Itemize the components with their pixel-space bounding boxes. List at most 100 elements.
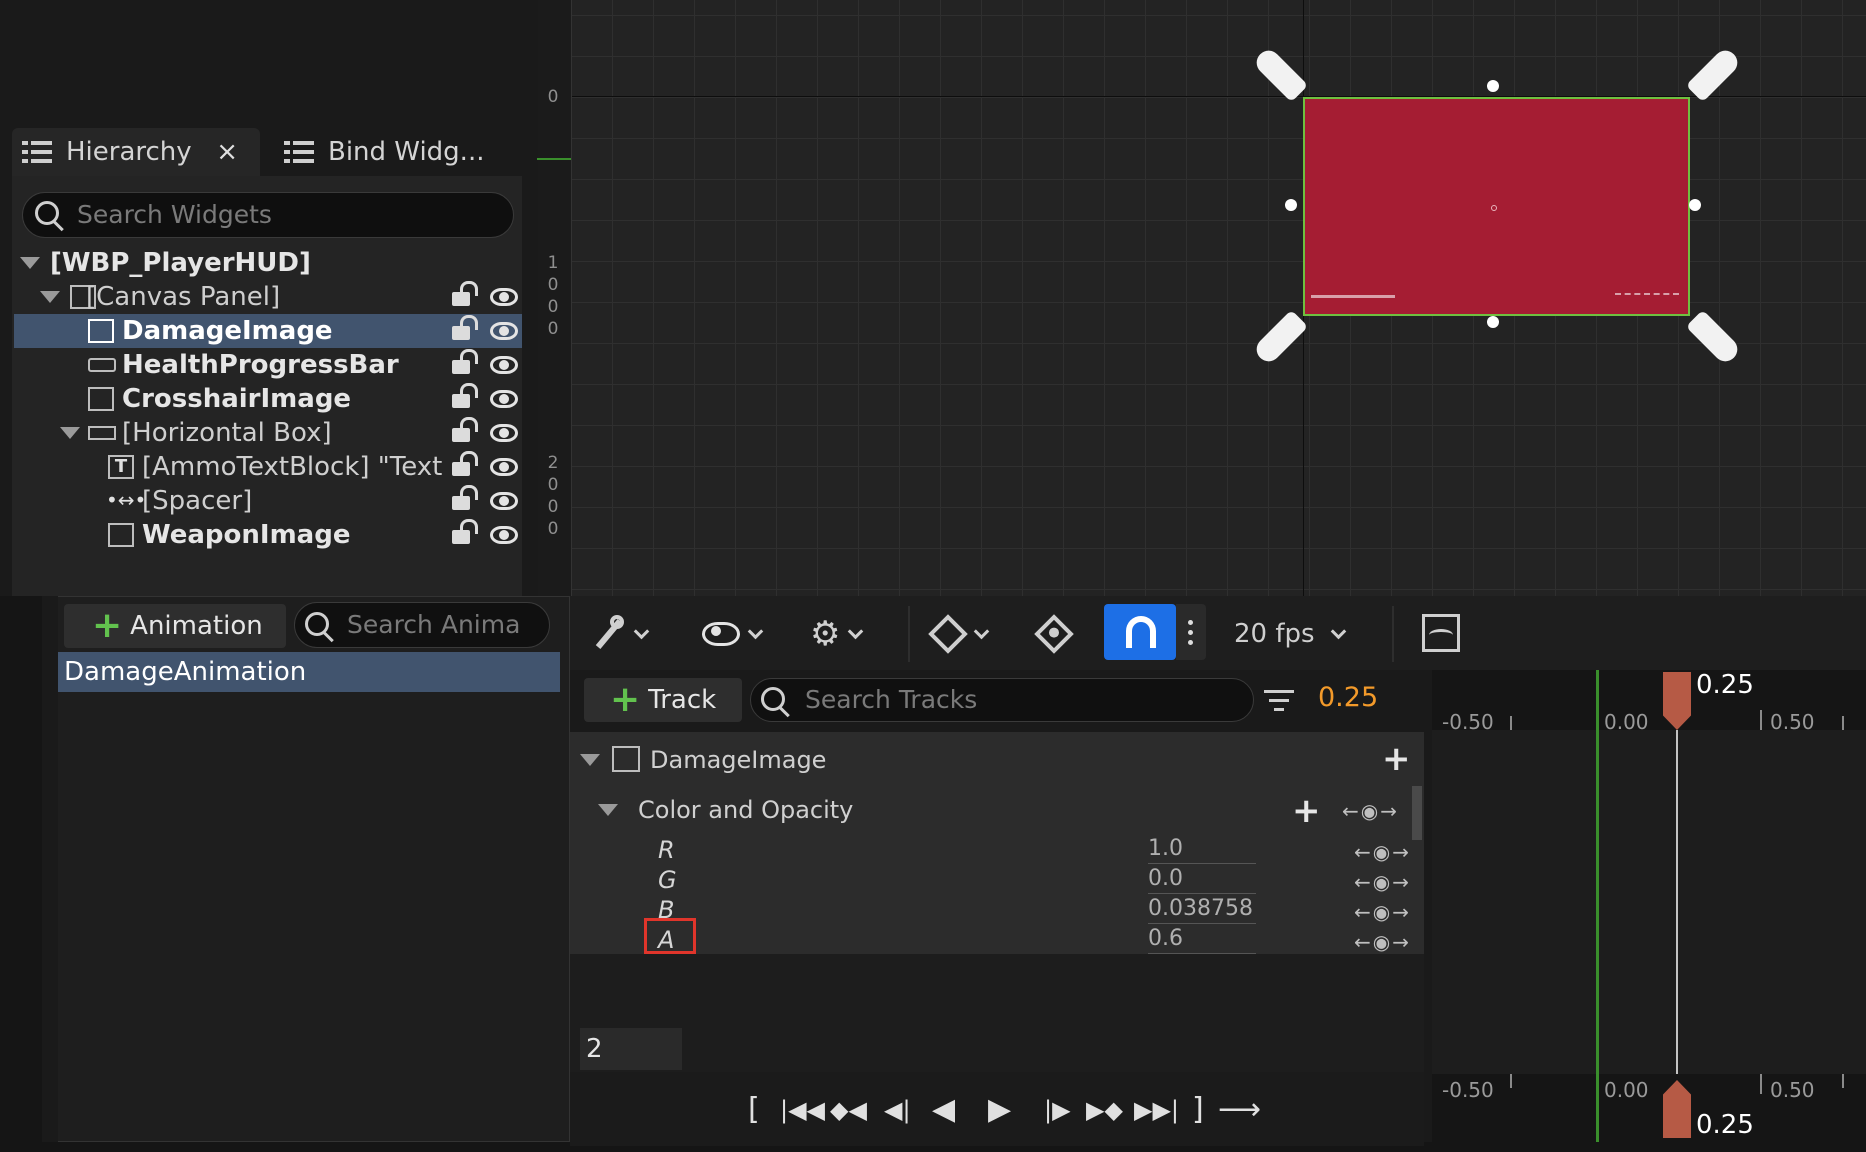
play-button[interactable]: ▶ (988, 1092, 1011, 1128)
ruler-label: 0 (547, 519, 559, 539)
eye-icon[interactable] (490, 458, 518, 476)
channel-value-input[interactable]: 0.038758 (1148, 896, 1256, 924)
collapse-caret-icon[interactable] (598, 804, 618, 816)
channel-row-a[interactable]: A 0.6 ←◉→ (570, 926, 1424, 956)
resize-handle-right[interactable] (1689, 199, 1701, 211)
tree-item-crosshairimage[interactable]: CrosshairImage (14, 382, 522, 416)
tools-dropdown[interactable] (592, 614, 650, 654)
search-widgets-input[interactable]: Search Widgets (22, 192, 514, 238)
tree-item-ammotextblock[interactable]: T [AmmoTextBlock] "Text B (14, 450, 522, 484)
search-tracks-input[interactable]: Search Tracks (750, 678, 1254, 722)
key-diamond-icon (1034, 614, 1074, 654)
track-color-and-opacity[interactable]: Color and Opacity + ←◉→ (570, 790, 1424, 830)
channel-value-input[interactable]: 1.0 (1148, 836, 1256, 864)
resize-handle-left[interactable] (1285, 199, 1297, 211)
add-key-plus-icon[interactable]: + (1292, 794, 1321, 828)
playback-options-dropdown[interactable]: ⚙ (810, 614, 864, 654)
resize-handle-bottom[interactable] (1487, 316, 1499, 328)
channel-row-r[interactable]: R 1.0 ←◉→ (570, 836, 1424, 866)
tree-item-damageimage[interactable]: DamageImage (14, 314, 522, 348)
loop-mode-button[interactable]: ⟶ (1218, 1092, 1261, 1128)
time-ruler-top[interactable]: -0.50 0.00 0.50 (1432, 670, 1866, 734)
eye-icon[interactable] (490, 322, 518, 340)
play-reverse-button[interactable]: ◀ (932, 1092, 955, 1128)
tracks-scrollbar[interactable] (1412, 786, 1422, 840)
channel-row-g[interactable]: G 0.0 ←◉→ (570, 866, 1424, 896)
collapse-caret-icon[interactable] (40, 291, 60, 303)
auto-key-button[interactable] (1034, 614, 1074, 654)
key-nav-icons[interactable]: ←◉→ (1354, 870, 1411, 894)
previous-key-button[interactable]: ◆◀ (830, 1092, 867, 1128)
tab-bind-widgets[interactable]: Bind Widg... (274, 128, 524, 176)
add-track-button[interactable]: + Track (584, 678, 742, 722)
jump-to-end-button[interactable]: ▶▶| (1134, 1092, 1179, 1128)
progress-bar-icon (88, 358, 116, 372)
add-animation-button[interactable]: + Animation (64, 604, 286, 648)
jump-to-start-button[interactable]: |◀◀ (780, 1092, 825, 1128)
eye-icon[interactable] (490, 390, 518, 408)
key-nav-icons[interactable]: ←◉→ (1354, 900, 1411, 924)
time-ruler-bottom[interactable]: -0.50 0.00 0.50 (1432, 1074, 1866, 1142)
track-property-label: Color and Opacity (638, 796, 854, 824)
eye-icon[interactable] (490, 526, 518, 544)
tree-item-weaponimage[interactable]: WeaponImage (14, 518, 522, 552)
tree-item-canvas-panel[interactable]: [Canvas Panel] (14, 280, 522, 314)
close-icon[interactable]: × (216, 137, 238, 167)
snap-toggle-button[interactable] (1104, 604, 1176, 660)
collapse-caret-icon[interactable] (580, 754, 600, 766)
filter-icon[interactable] (1264, 688, 1294, 714)
channel-value-input[interactable]: 0.6 (1148, 926, 1256, 954)
lock-icon[interactable] (452, 417, 478, 442)
view-options-dropdown[interactable] (702, 614, 764, 654)
timeline-area[interactable] (1432, 670, 1866, 1142)
image-icon (612, 746, 640, 772)
pivot-icon[interactable] (1491, 205, 1497, 211)
channel-row-b[interactable]: B 0.038758 ←◉→ (570, 896, 1424, 926)
widget-detail-line (1311, 295, 1395, 298)
ruler-label: 0 (547, 297, 559, 317)
previous-frame-button[interactable]: ◀| (884, 1092, 911, 1128)
set-start-button[interactable]: [ (748, 1092, 760, 1128)
animation-item-damageanimation[interactable]: DamageAnimation (58, 652, 560, 692)
eye-icon[interactable] (490, 492, 518, 510)
set-end-button[interactable]: ] (1192, 1092, 1204, 1128)
tree-item-wbp-playerhud[interactable]: [WBP_PlayerHUD] (14, 246, 522, 280)
lock-icon[interactable] (452, 485, 478, 510)
resize-handle-top[interactable] (1487, 80, 1499, 92)
lock-icon[interactable] (452, 383, 478, 408)
tree-item-horizontal-box[interactable]: [Horizontal Box] (14, 416, 522, 450)
search-placeholder: Search Widgets (77, 200, 272, 229)
eye-icon[interactable] (490, 356, 518, 374)
key-options-dropdown[interactable] (928, 614, 990, 654)
key-nav-icons[interactable]: ←◉→ (1354, 840, 1411, 864)
key-nav-icons[interactable]: ←◉→ (1354, 930, 1411, 954)
next-key-button[interactable]: ▶◆ (1086, 1092, 1123, 1128)
lock-icon[interactable] (452, 281, 478, 306)
search-animations-input[interactable]: Search Anima (294, 602, 550, 648)
tree-item-healthprogressbar[interactable]: HealthProgressBar (14, 348, 522, 382)
channel-value-input[interactable]: 0.0 (1148, 866, 1256, 894)
next-frame-button[interactable]: |▶ (1044, 1092, 1071, 1128)
collapse-caret-icon[interactable] (60, 427, 80, 439)
lock-icon[interactable] (452, 349, 478, 374)
eye-icon[interactable] (490, 424, 518, 442)
tree-item-label: WeaponImage (142, 520, 351, 550)
add-track-plus-icon[interactable]: + (1382, 742, 1411, 776)
tree-item-spacer[interactable]: •↔• [Spacer] (14, 484, 522, 518)
chevron-down-icon (1330, 623, 1346, 639)
lock-icon[interactable] (452, 451, 478, 476)
curve-editor-icon[interactable] (1422, 614, 1460, 652)
eye-icon[interactable] (490, 288, 518, 306)
fps-dropdown[interactable]: 20 fps (1234, 614, 1346, 654)
collapse-caret-icon[interactable] (20, 257, 40, 269)
snap-options-button[interactable] (1176, 604, 1206, 660)
chevron-down-icon (633, 623, 650, 639)
tab-hierarchy[interactable]: Hierarchy × (12, 128, 260, 176)
track-damageimage[interactable]: DamageImage + (570, 740, 1424, 780)
current-time-readout[interactable]: 0.25 (1318, 682, 1378, 713)
playback-start-line[interactable] (1596, 670, 1599, 1142)
lock-icon[interactable] (452, 315, 478, 340)
key-nav-icons[interactable]: ←◉→ (1342, 799, 1399, 823)
lock-icon[interactable] (452, 519, 478, 544)
damage-image-widget[interactable] (1303, 97, 1690, 316)
